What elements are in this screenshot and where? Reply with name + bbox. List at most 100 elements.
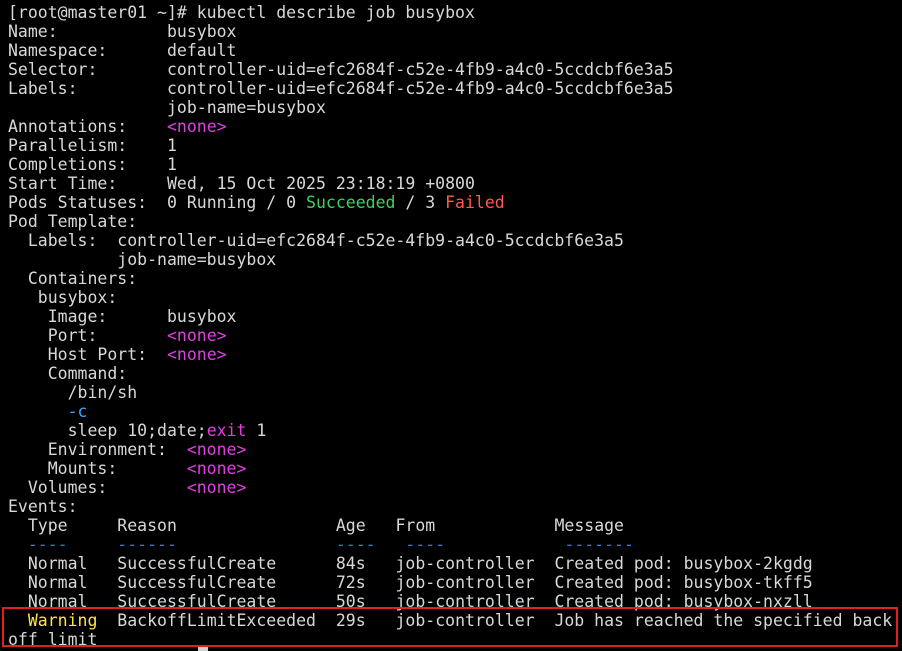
event-row-warning: Warning BackoffLimitExceeded 29s job-con…	[8, 611, 902, 630]
field-value: controller-uid=efc2684f-c52e-4fb9-a4c0-5…	[166, 60, 674, 79]
event-type: Normal	[27, 573, 88, 592]
column-underline: -------	[564, 535, 634, 554]
column-header: From	[395, 516, 436, 535]
pods-running-text: 0 Running / 0	[166, 193, 307, 212]
column-header: Reason	[117, 516, 177, 535]
none-value: <none>	[166, 345, 227, 364]
event-row: Normal SuccessfulCreate 50s job-controll…	[8, 592, 902, 611]
command-arg-3: sleep 10;date;exit 1	[8, 421, 902, 440]
pod-template-labels-cont: job-name=busybox	[8, 250, 902, 269]
field-label: Start Time:	[8, 174, 118, 193]
field-label: Labels:	[8, 79, 78, 98]
event-age: 84s	[335, 554, 366, 573]
terminal-window[interactable]: [root@master01 ~]# kubectl describe job …	[0, 0, 902, 651]
event-row: Normal SuccessfulCreate 72s job-controll…	[8, 573, 902, 592]
event-age: 29s	[335, 611, 366, 630]
field-label: Mounts:	[8, 459, 187, 478]
field-value: 1	[166, 136, 177, 155]
event-from: job-controller	[395, 611, 535, 630]
event-message: Created pod: busybox-2kgdg	[554, 554, 813, 573]
section-label: Pod Template:	[8, 212, 138, 231]
command-arg-2: -c	[8, 402, 902, 421]
command-flag: -c	[67, 402, 88, 421]
event-message-wrap: off limit	[8, 630, 98, 649]
terminal-cursor	[198, 647, 208, 651]
field-selector: Selector: controller-uid=efc2684f-c52e-4…	[8, 60, 902, 79]
event-age: 72s	[335, 573, 366, 592]
container-image: Image: busybox	[8, 307, 902, 326]
column-header: Message	[554, 516, 624, 535]
none-value: <none>	[186, 459, 247, 478]
field-label: Namespace:	[8, 41, 108, 60]
containers-heading: Containers:	[8, 269, 902, 288]
pod-volumes: Volumes: <none>	[8, 478, 902, 497]
event-message: Created pod: busybox-nxzll	[554, 592, 813, 611]
command-arg-1: /bin/sh	[8, 383, 902, 402]
event-row: Normal SuccessfulCreate 84s job-controll…	[8, 554, 902, 573]
event-from: job-controller	[395, 554, 535, 573]
field-completions: Completions: 1	[8, 155, 902, 174]
container-environment: Environment: <none>	[8, 440, 902, 459]
container-command: Command:	[8, 364, 902, 383]
events-heading: Events:	[8, 497, 902, 516]
field-label: Command:	[8, 364, 128, 383]
field-parallelism: Parallelism: 1	[8, 136, 902, 155]
event-from: job-controller	[395, 573, 535, 592]
column-underline: ------	[117, 535, 177, 554]
field-value: job-name=busybox	[117, 250, 277, 269]
section-label: Containers:	[8, 269, 138, 288]
pods-separator-text: / 3	[395, 193, 446, 212]
field-pods-statuses: Pods Statuses: 0 Running / 0 Succeeded /…	[8, 193, 902, 212]
event-age: 50s	[335, 592, 366, 611]
event-reason: BackoffLimitExceeded	[117, 611, 316, 630]
column-header: Age	[335, 516, 366, 535]
events-header-row: Type Reason Age From Message	[8, 516, 902, 535]
event-reason: SuccessfulCreate	[117, 592, 277, 611]
field-label: Annotations:	[8, 117, 128, 136]
field-label: Pods Statuses:	[8, 193, 148, 212]
field-value: job-name=busybox	[166, 98, 326, 117]
event-reason: SuccessfulCreate	[117, 554, 277, 573]
none-value: <none>	[166, 326, 227, 345]
event-row-warning-wrap: off limit	[8, 630, 902, 649]
field-value: default	[166, 41, 237, 60]
field-label: Image:	[8, 307, 167, 326]
field-label: Name:	[8, 22, 58, 41]
event-reason: SuccessfulCreate	[117, 573, 277, 592]
command-prompt: [root@master01 ~]# kubectl describe job …	[8, 3, 475, 22]
pods-succeeded-text: Succeeded	[306, 193, 396, 212]
column-underline: ----	[335, 535, 376, 554]
pod-template-labels: Labels: controller-uid=efc2684f-c52e-4fb…	[8, 231, 902, 250]
container-port: Port: <none>	[8, 326, 902, 345]
field-name: Name: busybox	[8, 22, 902, 41]
field-label: Environment:	[8, 440, 187, 459]
none-value: <none>	[166, 117, 227, 136]
events-underline-row: ---- ------ ---- ---- -------	[8, 535, 902, 554]
field-label: Parallelism:	[8, 136, 128, 155]
none-value: <none>	[186, 440, 247, 459]
pod-template-heading: Pod Template:	[8, 212, 902, 231]
field-labels-cont: job-name=busybox	[8, 98, 902, 117]
container-name-text: busybox:	[8, 288, 118, 307]
field-value: Wed, 15 Oct 2025 23:18:19 +0800	[166, 174, 475, 193]
field-start-time: Start Time: Wed, 15 Oct 2025 23:18:19 +0…	[8, 174, 902, 193]
command-text: /bin/sh	[8, 383, 138, 402]
field-label: Completions:	[8, 155, 128, 174]
command-text: 1	[246, 421, 267, 440]
field-namespace: Namespace: default	[8, 41, 902, 60]
field-labels: Labels: controller-uid=efc2684f-c52e-4fb…	[8, 79, 902, 98]
field-value: busybox	[166, 307, 237, 326]
field-annotations: Annotations: <none>	[8, 117, 902, 136]
container-host-port: Host Port: <none>	[8, 345, 902, 364]
event-type: Normal	[27, 592, 88, 611]
field-value: controller-uid=efc2684f-c52e-4fb9-a4c0-5…	[166, 79, 674, 98]
command-keyword: exit	[206, 421, 247, 440]
field-label: Labels:	[8, 231, 118, 250]
section-label: Events:	[8, 497, 78, 516]
container-mounts: Mounts: <none>	[8, 459, 902, 478]
column-underline: ----	[405, 535, 446, 554]
command-text: sleep 10;date;	[8, 421, 207, 440]
event-from: job-controller	[395, 592, 535, 611]
field-value: busybox	[166, 22, 237, 41]
field-label: Selector:	[8, 60, 98, 79]
